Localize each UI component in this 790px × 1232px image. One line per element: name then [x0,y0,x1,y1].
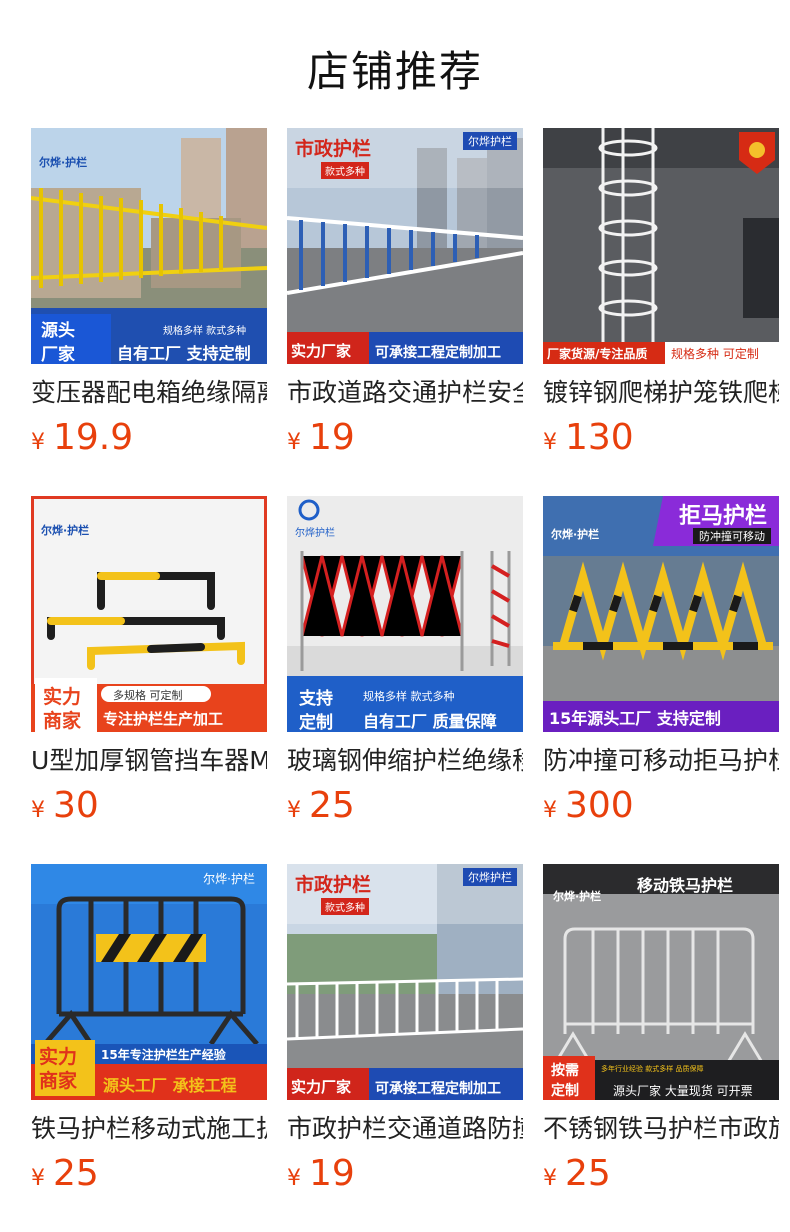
product-price: ¥19 [287,1154,523,1200]
image-tag: 商家 [43,710,82,732]
price-value: 19.9 [53,417,134,458]
product-price: ¥130 [543,418,779,464]
product-price: ¥19 [287,418,523,464]
image-banner: 自有工厂 支持定制 [117,344,251,363]
product-card[interactable]: 尔烨·护栏 移动铁马护栏 按需 定制 多年行业经验 款式多样 品质保障 源头厂家… [543,864,779,1200]
product-price: ¥300 [543,786,779,832]
image-logo: 尔烨护栏 [463,132,517,150]
currency-symbol: ¥ [287,430,301,455]
image-title: 移动铁马护栏 [637,876,734,895]
image-title: 市政护栏 [295,874,372,896]
image-banner: 15年源头工厂 支持定制 [549,709,721,728]
product-image[interactable]: 尔烨护栏 支持 定制 规格多样 款式多种 自有工厂 质量保障 [287,496,523,732]
image-logo: 尔烨·护栏 [553,890,602,903]
image-tag: 实力 [39,1046,78,1068]
image-logo: 尔烨·护栏 [551,528,600,541]
image-logo: 尔烨护栏 [463,868,517,886]
product-image[interactable]: 厂家货源/专注品质 规格多种 可定制 [543,128,779,364]
image-tag: 定制 [551,1083,579,1099]
image-tag: 按需 [551,1063,579,1079]
image-logo: 尔烨·护栏 [41,524,90,537]
product-price: ¥25 [287,786,523,832]
price-value: 30 [53,785,99,826]
image-title: 市政护栏 [295,138,372,160]
price-value: 25 [53,1153,99,1194]
image-tag: 厂家货源/专注品质 [547,347,648,361]
product-card[interactable]: 尔烨·护栏 源头 厂家 规格多样 款式多种 自有工厂 支持定制 变压器配电箱绝缘… [31,128,267,464]
product-image[interactable]: 尔烨·护栏 实力 商家 多规格 可定制 专注护栏生产加工 [31,496,267,732]
image-subtitle: 规格多样 款式多种 [363,690,455,703]
product-price: ¥25 [31,1154,267,1200]
image-tag: 实力 [43,686,82,708]
image-banner: 可承接工程定制加工 [375,345,501,361]
currency-symbol: ¥ [543,798,557,823]
image-subtitle: 多年行业经验 款式多样 品质保障 [601,1065,704,1073]
image-logo: 尔烨·护栏 [203,872,255,886]
image-subtitle: 防冲撞可移动 [693,528,771,544]
image-subtitle: 规格多样 款式多种 [163,326,247,337]
image-tag: 商家 [39,1070,78,1092]
price-value: 19 [309,1153,355,1194]
image-title: 拒马护栏 [679,504,768,529]
image-logo: 尔烨·护栏 [39,156,88,169]
product-card[interactable]: 厂家货源/专注品质 规格多种 可定制 镀锌钢爬梯护笼铁爬梯 ¥130 [543,128,779,464]
product-name[interactable]: U型加厚钢管挡车器M型 [31,744,267,778]
image-logo: 尔烨护栏 [295,528,335,539]
currency-symbol: ¥ [31,1166,45,1191]
price-value: 300 [565,785,634,826]
product-image[interactable]: 尔烨·护栏 源头 厂家 规格多样 款式多种 自有工厂 支持定制 [31,128,267,364]
product-card[interactable]: 市政护栏 款式多种 尔烨护栏 实力厂家 可承接工程定制加工 市政道路交通护栏安全… [287,128,523,464]
image-tag: 源头 [41,321,75,341]
product-name[interactable]: 市政护栏交通道路防撞 [287,1112,523,1146]
image-tag: 实力厂家 [291,1078,352,1096]
product-card[interactable]: 尔烨·护栏 实力 商家 多规格 可定制 专注护栏生产加工 U型加厚钢管挡车器M型… [31,496,267,832]
product-name[interactable]: 不锈钢铁马护栏市政施工 [543,1112,779,1146]
product-price: ¥25 [543,1154,779,1200]
image-banner: 自有工厂 质量保障 [363,712,497,731]
currency-symbol: ¥ [287,1166,301,1191]
image-banner: 源头工厂 承接工程 [103,1076,237,1095]
image-banner: 规格多种 可定制 [671,347,759,361]
currency-symbol: ¥ [31,798,45,823]
price-value: 25 [309,785,355,826]
currency-symbol: ¥ [543,1166,557,1191]
product-price: ¥19.9 [31,418,267,464]
currency-symbol: ¥ [31,430,45,455]
image-tag: 定制 [299,713,333,732]
image-tag: 厂家 [41,345,75,364]
product-name[interactable]: 铁马护栏移动式施工护栏 [31,1112,267,1146]
image-subtitle: 款式多种 [321,162,369,179]
product-image[interactable]: 尔烨·护栏 实力 商家 15年专注护栏生产经验 源头工厂 承接工程 [31,864,267,1100]
product-image[interactable]: 尔烨·护栏 移动铁马护栏 按需 定制 多年行业经验 款式多样 品质保障 源头厂家… [543,864,779,1100]
page-title: 店铺推荐 [306,47,483,96]
product-image[interactable]: 市政护栏 款式多种 尔烨护栏 实力厂家 可承接工程定制加工 [287,864,523,1100]
price-value: 19 [309,417,355,458]
product-name[interactable]: 玻璃钢伸缩护栏绝缘移动 [287,744,523,778]
image-tag: 支持 [299,689,333,709]
currency-symbol: ¥ [543,430,557,455]
product-card[interactable]: 尔烨·护栏 拒马护栏 防冲撞可移动 15年源头工厂 支持定制 防冲撞可移动拒马护… [543,496,779,832]
image-subtitle: 15年专注护栏生产经验 [101,1048,226,1062]
product-image[interactable]: 尔烨·护栏 拒马护栏 防冲撞可移动 15年源头工厂 支持定制 [543,496,779,732]
product-name[interactable]: 防冲撞可移动拒马护栏 [543,744,779,778]
product-card[interactable]: 尔烨护栏 支持 定制 规格多样 款式多种 自有工厂 质量保障 玻璃钢伸缩护栏绝缘… [287,496,523,832]
product-name[interactable]: 市政道路交通护栏安全隔离 [287,376,523,410]
image-banner: 源头厂家 大量现货 可开票 [613,1084,753,1098]
product-price: ¥30 [31,786,267,832]
image-subtitle: 款式多种 [321,898,369,915]
product-card[interactable]: 市政护栏 款式多种 尔烨护栏 实力厂家 可承接工程定制加工 市政护栏交通道路防撞… [287,864,523,1200]
product-card[interactable]: 尔烨·护栏 实力 商家 15年专注护栏生产经验 源头工厂 承接工程 铁马护栏移动… [31,864,267,1200]
price-value: 25 [565,1153,611,1194]
image-banner: 专注护栏生产加工 [103,710,224,728]
product-name[interactable]: 镀锌钢爬梯护笼铁爬梯 [543,376,779,410]
image-tag: 实力厂家 [291,342,352,360]
price-value: 130 [565,417,634,458]
currency-symbol: ¥ [287,798,301,823]
image-banner: 可承接工程定制加工 [375,1081,501,1097]
image-subtitle: 多规格 可定制 [113,689,183,702]
product-image[interactable]: 市政护栏 款式多种 尔烨护栏 实力厂家 可承接工程定制加工 [287,128,523,364]
product-name[interactable]: 变压器配电箱绝缘隔离护栏 [31,376,267,410]
